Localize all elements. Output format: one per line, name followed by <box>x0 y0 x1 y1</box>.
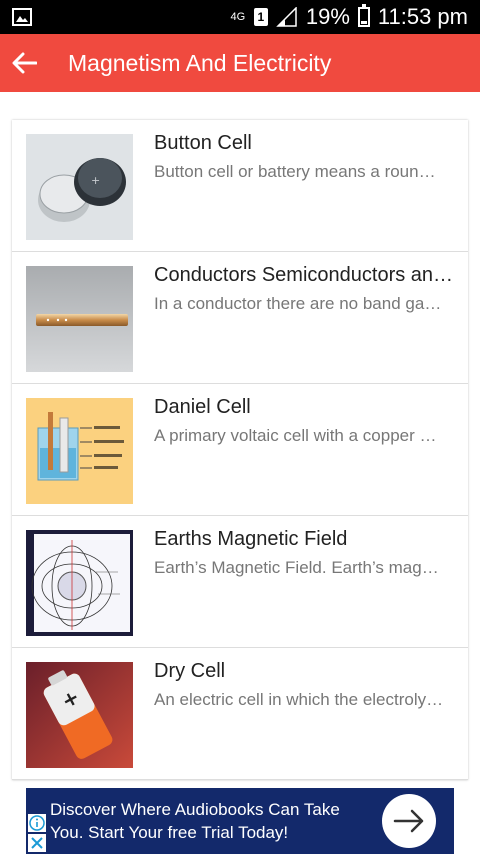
button-cell-thumbnail: + <box>26 134 133 240</box>
item-description: A primary voltaic cell with a copper ano… <box>154 426 444 445</box>
battery-icon <box>357 4 370 27</box>
back-button[interactable] <box>2 34 46 92</box>
list-item[interactable]: Daniel Cell A primary voltaic cell with … <box>12 384 468 516</box>
item-title: Conductors Semiconductors and Insulators <box>154 264 454 286</box>
item-title: Dry Cell <box>154 660 226 682</box>
clock: 11:53 pm <box>377 4 468 29</box>
dry-cell-thumbnail: + <box>26 662 133 768</box>
info-icon[interactable] <box>28 814 46 832</box>
status-bar: 4G 1 19% 11:53 pm <box>0 0 480 34</box>
svg-text:+: + <box>91 174 100 187</box>
list-item[interactable]: + Dry Cell An electric cell in which the… <box>12 648 468 780</box>
item-description: An electric cell in which the electrolyt… <box>154 690 444 709</box>
list-item[interactable]: Conductors Semiconductors and Insulators… <box>12 252 468 384</box>
item-description: Button cell or battery means a round, sm… <box>154 162 444 181</box>
item-title: Button Cell <box>154 132 252 154</box>
close-icon[interactable] <box>28 834 46 852</box>
item-title: Daniel Cell <box>154 396 251 418</box>
arrow-right-icon <box>393 809 424 833</box>
topic-list: + Button Cell Button cell or battery mea… <box>12 120 468 780</box>
list-item[interactable]: Earths Magnetic Field Earth’s Magnetic F… <box>12 516 468 648</box>
item-title: Earths Magnetic Field <box>154 528 348 550</box>
ad-action-button[interactable] <box>382 794 436 848</box>
gallery-notification-icon <box>12 8 32 26</box>
network-type-indicator: 4G <box>230 11 246 23</box>
battery-percentage: 19% <box>305 4 350 29</box>
page-title: Magnetism And Electricity <box>68 49 332 76</box>
daniel-cell-thumbnail <box>26 398 133 504</box>
item-description: Earth’s Magnetic Field. Earth’s magnetic… <box>154 558 444 577</box>
sim-indicator: 1 <box>253 8 268 26</box>
signal-icon <box>276 7 297 27</box>
app-bar: Magnetism And Electricity <box>0 34 480 92</box>
list-item[interactable]: + Button Cell Button cell or battery mea… <box>12 120 468 252</box>
item-description: In a conductor there are no band gaps be… <box>154 294 444 313</box>
magnetic-field-thumbnail <box>26 530 133 636</box>
back-arrow-icon <box>12 52 37 74</box>
conductor-rod-thumbnail <box>26 266 133 372</box>
ad-banner[interactable]: Discover Where Audiobooks Can Take You. … <box>26 788 454 854</box>
ad-text[interactable]: Discover Where Audiobooks Can Take You. … <box>50 798 370 844</box>
